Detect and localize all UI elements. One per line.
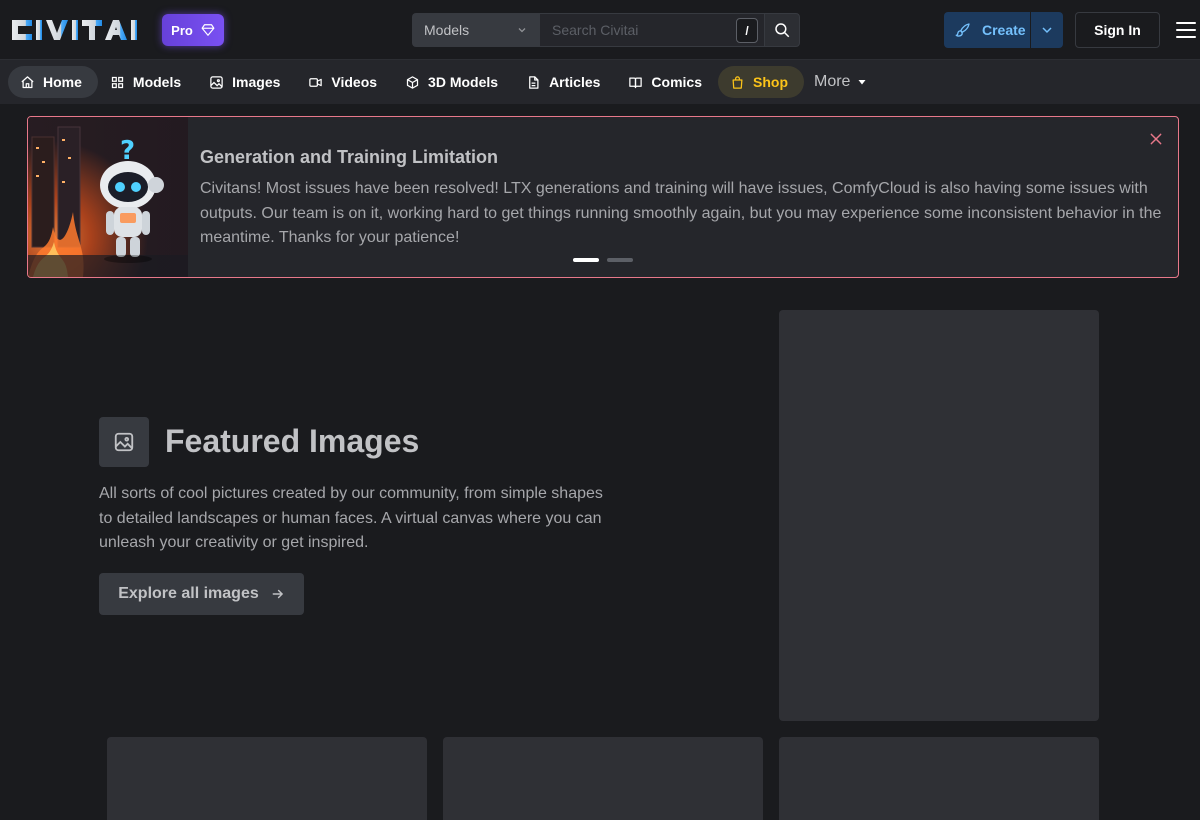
featured-images-title: Featured Images (165, 423, 420, 459)
carousel-indicators (573, 258, 633, 262)
nav-item-videos[interactable]: Videos (296, 66, 393, 98)
search-shortcut-key: / (736, 18, 758, 43)
nav-more-label: More (814, 73, 851, 90)
announcement-body: Civitans! Most issues have been resolved… (200, 180, 1162, 246)
search-input[interactable]: Search Civitai / (540, 13, 764, 47)
image-card-placeholder[interactable] (443, 737, 763, 820)
announcement-title: Generation and Training Limitation (200, 147, 499, 167)
top-header: Pro Models Search Civitai / Create Sign … (0, 0, 1200, 60)
grid-icon (111, 76, 124, 88)
image-card-placeholder[interactable] (779, 737, 1099, 820)
nav-item-shop[interactable]: Shop (718, 66, 804, 98)
nav-item-images[interactable]: Images (197, 66, 296, 98)
pro-label: Pro (171, 22, 193, 38)
nav-item-articles[interactable]: Articles (514, 66, 616, 98)
create-label: Create (982, 22, 1026, 38)
close-icon[interactable] (1148, 131, 1164, 147)
carousel-dot-2[interactable] (607, 258, 633, 262)
image-card-placeholder[interactable] (107, 737, 427, 820)
diamond-icon (201, 24, 215, 36)
nav-more-menu[interactable]: More (804, 66, 878, 98)
search-button[interactable] (764, 13, 800, 47)
search-category-value: Models (424, 22, 470, 38)
search-category-select[interactable]: Models (412, 13, 540, 47)
explore-all-images-button[interactable]: Explore all images (99, 573, 304, 615)
image-card-placeholder[interactable] (779, 310, 1099, 721)
nav-label: Shop (753, 74, 788, 90)
featured-images-description: All sorts of cool pictures created by ou… (99, 485, 603, 551)
nav-label: Comics (651, 74, 702, 90)
book-icon (629, 77, 643, 88)
menu-icon[interactable] (1176, 20, 1196, 40)
sign-in-button[interactable]: Sign In (1075, 12, 1160, 48)
create-button-group: Create (944, 12, 1063, 48)
shopping-bag-icon (732, 75, 743, 89)
create-dropdown-toggle[interactable] (1031, 12, 1063, 48)
chevron-down-icon (1042, 27, 1052, 34)
nav-label: Home (43, 74, 82, 90)
menu-bar (1176, 29, 1196, 31)
nav-label: Images (232, 74, 281, 90)
create-button[interactable]: Create (944, 12, 1030, 48)
featured-images-icon-box (99, 417, 149, 467)
brush-icon (955, 23, 970, 37)
nav-item-home[interactable]: Home (8, 66, 98, 98)
civitai-logo[interactable] (12, 16, 152, 44)
nav-item-models[interactable]: Models (98, 66, 197, 98)
announcement-robot-image: ? (28, 117, 188, 277)
home-icon (21, 75, 34, 88)
nav-label: Videos (331, 74, 378, 90)
caret-down-icon (858, 80, 866, 85)
image-icon (210, 75, 223, 89)
nav-item-comics[interactable]: Comics (616, 66, 718, 98)
cube-icon (406, 75, 419, 89)
search-placeholder: Search Civitai (552, 22, 639, 38)
image-icon (114, 432, 134, 452)
arrow-right-icon (272, 589, 283, 599)
menu-bar (1176, 36, 1196, 38)
search-icon (775, 23, 790, 38)
nav-item-3d-models[interactable]: 3D Models (393, 66, 514, 98)
pro-badge[interactable]: Pro (162, 14, 224, 46)
chevron-down-icon (518, 28, 526, 33)
nav-label: Articles (549, 74, 601, 90)
main-nav: Home Models Images Videos 3D Models Arti… (0, 60, 1200, 104)
file-icon (529, 75, 539, 89)
carousel-dot-1[interactable] (573, 258, 599, 262)
announcement-banner: ? Generation and Training Limitation Civ… (27, 116, 1179, 278)
explore-label: Explore all images (118, 585, 259, 602)
menu-bar (1176, 22, 1196, 24)
video-icon (309, 77, 323, 87)
search-bar: Models Search Civitai / (412, 13, 800, 47)
nav-label: Models (132, 74, 182, 90)
nav-label: 3D Models (428, 74, 499, 90)
